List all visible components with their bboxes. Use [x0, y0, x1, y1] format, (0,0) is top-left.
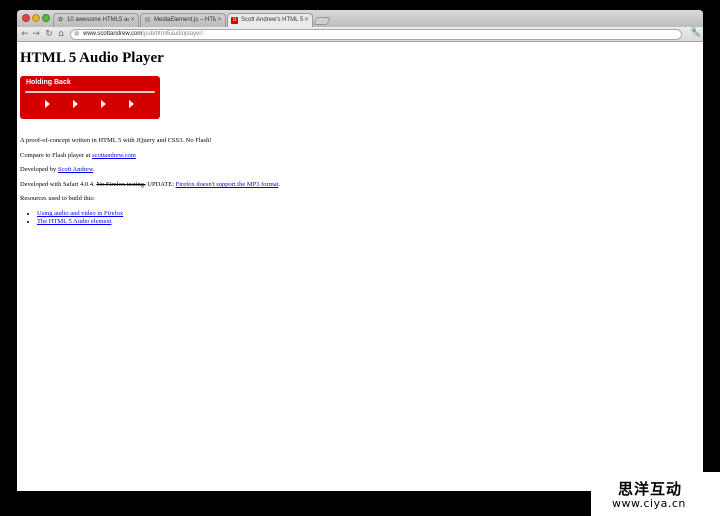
firefox-mp3-link[interactable]: Firefox doesn't support the MP3 format: [176, 181, 279, 188]
resources-list: Using audio and video in Firefox The HTM…: [20, 210, 123, 226]
page-content: HTML 5 Audio Player Holding Back A proof…: [17, 42, 703, 491]
tab-label: 10 awesome HTML5 audio p: [67, 17, 129, 23]
resource-link-audio-video-firefox[interactable]: Using audio and video in Firefox: [37, 210, 123, 217]
zoom-window-button[interactable]: [42, 14, 50, 22]
compare-line: Compare to Flash player at scottandrew.c…: [20, 152, 136, 159]
address-bar[interactable]: ◍ www.scottandrew.com/pub/html5audioplay…: [70, 29, 699, 40]
paw-icon: ✿: [57, 17, 64, 23]
watermark: 思洋互动 www.ciya.cn: [591, 472, 720, 516]
tab-close-icon[interactable]: ✕: [304, 14, 309, 27]
progress-bar[interactable]: [25, 91, 155, 93]
url-host: www.scottandrew.com: [83, 31, 143, 37]
developed-prefix: Developed by: [20, 166, 58, 173]
track-title: Holding Back: [26, 79, 71, 86]
home-icon[interactable]: ⌂: [56, 28, 66, 40]
developed-suffix: .: [93, 166, 95, 173]
list-item: Using audio and video in Firefox: [37, 210, 123, 218]
watermark-url: www.ciya.cn: [612, 497, 686, 510]
safari-suffix: .: [278, 181, 281, 188]
wrench-icon[interactable]: 🔧: [690, 28, 701, 38]
play-icon[interactable]: [45, 100, 50, 108]
watermark-chinese: 思洋互动: [618, 480, 683, 498]
tab-bar: ✿ 10 awesome HTML5 audio p ✕ ▤ MediaElem…: [17, 10, 703, 28]
intro-text: A proof-of-concept written in HTML 5 wit…: [20, 137, 212, 144]
tab-label: MediaElement.js – HTML5 vi: [154, 17, 216, 23]
tab-label: Scott Andrew's HTML 5 Audio: [241, 17, 303, 23]
close-window-button[interactable]: [22, 14, 30, 22]
developed-line: Developed by Scott Andrew.: [20, 166, 95, 173]
new-tab-button[interactable]: [313, 17, 331, 25]
resources-heading: Resources used to build this:: [20, 195, 95, 202]
page-title: HTML 5 Audio Player: [20, 50, 164, 66]
browser-toolbar: ← → ↻ ⌂ ◍ www.scottandrew.com/pub/html5a…: [17, 27, 703, 42]
play-icon[interactable]: [101, 100, 106, 108]
doc-icon: ▤: [144, 17, 151, 23]
developer-link[interactable]: Scott Andrew: [58, 166, 93, 173]
url-path: /pub/html5audioplayer/: [142, 31, 204, 37]
globe-icon: ◍: [74, 31, 80, 37]
play-icon[interactable]: [129, 100, 134, 108]
browser-window: ✿ 10 awesome HTML5 audio p ✕ ▤ MediaElem…: [17, 10, 703, 491]
back-arrow-icon[interactable]: ←: [20, 28, 30, 40]
minimize-window-button[interactable]: [32, 14, 40, 22]
safari-line: Developed with Safari 4.0.4. No Firefox …: [20, 181, 280, 188]
struck-text: No Firefox testing.: [96, 181, 146, 188]
play-icon[interactable]: [73, 100, 78, 108]
tab-close-icon[interactable]: ✕: [217, 14, 222, 27]
list-item: The HTML 5 Audio element: [37, 218, 123, 226]
compare-link[interactable]: scottandrew.com: [92, 152, 136, 159]
tab-mediaelement[interactable]: ▤ MediaElement.js – HTML5 vi ✕: [140, 13, 226, 27]
tab-scott-andrew-audio[interactable]: S Scott Andrew's HTML 5 Audio ✕: [227, 13, 313, 28]
safari-prefix: Developed with Safari 4.0.4.: [20, 181, 97, 188]
tab-close-icon[interactable]: ✕: [130, 14, 135, 27]
audio-player: Holding Back: [20, 76, 160, 119]
update-label: UPDATE:: [145, 181, 176, 188]
sa-icon: S: [231, 17, 238, 24]
compare-prefix: Compare to Flash player at: [20, 152, 93, 159]
reload-icon[interactable]: ↻: [44, 28, 54, 40]
forward-arrow-icon[interactable]: →: [31, 28, 41, 40]
resource-link-html5-audio-element[interactable]: The HTML 5 Audio element: [37, 218, 112, 225]
tab-awesome-html5-audio[interactable]: ✿ 10 awesome HTML5 audio p ✕: [53, 13, 139, 27]
